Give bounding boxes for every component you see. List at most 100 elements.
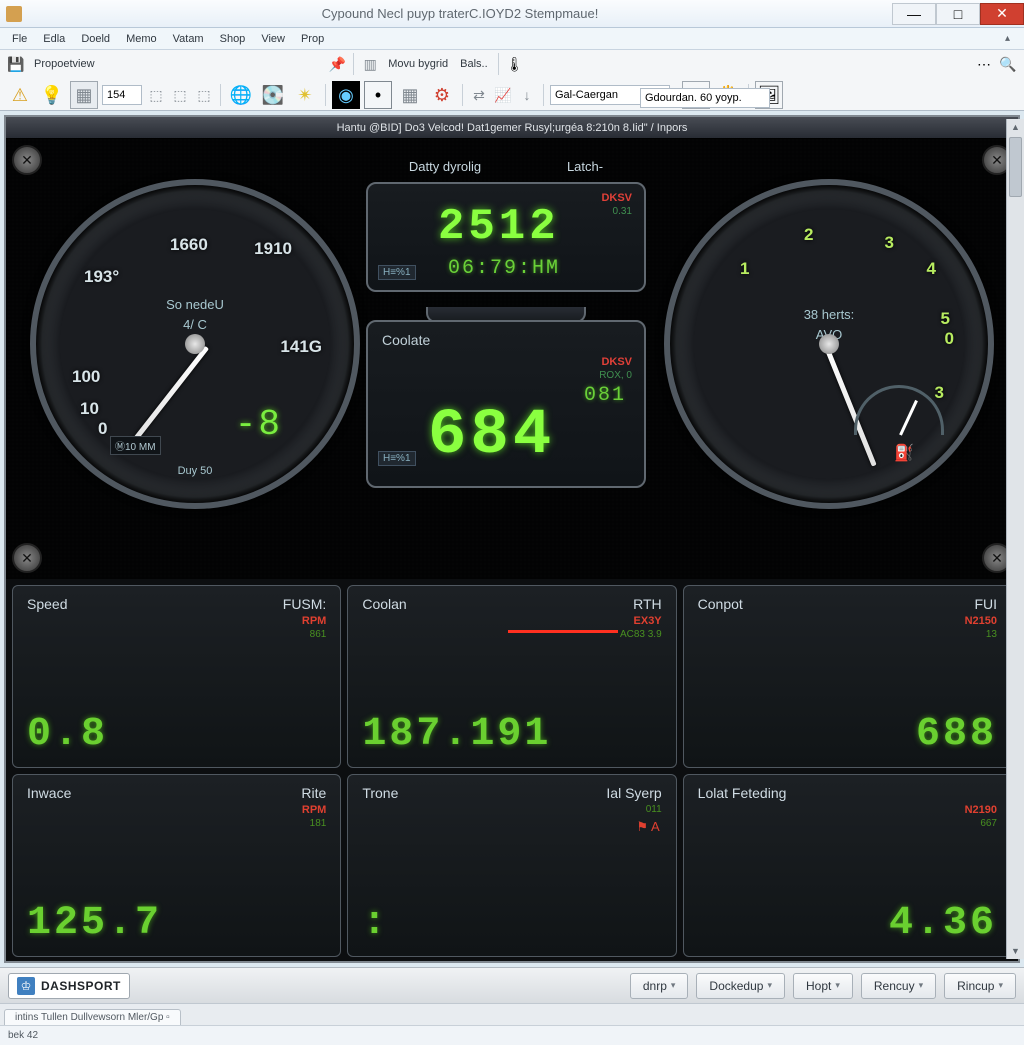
menu-file[interactable]: Fle bbox=[4, 31, 35, 47]
tool-b-icon[interactable]: ⬚ bbox=[170, 85, 190, 105]
bulb-icon[interactable]: 💡 bbox=[38, 81, 66, 109]
panel-sub: 667 bbox=[698, 818, 997, 829]
swap-icon[interactable]: ⇄ bbox=[469, 85, 489, 105]
btn-hopt[interactable]: Hopt▾ bbox=[793, 973, 853, 999]
lcd-med-value: 081 bbox=[584, 384, 626, 407]
speed-gauge: 1660 193° 1910 141G 100 10 0 So nedeU 4/… bbox=[30, 179, 360, 509]
panel-label-l: Conpot bbox=[698, 596, 743, 612]
screw-icon bbox=[12, 145, 42, 175]
panel-unit: EX3Y bbox=[362, 615, 661, 627]
proport-label: Propoetview bbox=[30, 58, 99, 70]
panel-label-l: Coolan bbox=[362, 596, 406, 612]
tool-a-icon[interactable]: ⬚ bbox=[146, 85, 166, 105]
gauge-num: 10 bbox=[80, 399, 99, 419]
gauge-num: 1660 bbox=[170, 235, 208, 255]
lcd-side-label: H≡%1 bbox=[378, 451, 416, 466]
system-icon[interactable]: ▦ bbox=[70, 81, 98, 109]
lcd-box-2: Coolate DKSV ROX, 0 081 684 H≡%1 bbox=[366, 320, 646, 488]
menu-edit[interactable]: Edla bbox=[35, 31, 73, 47]
gauge-num: 4 bbox=[927, 259, 936, 279]
status-bar: bek 42 bbox=[0, 1025, 1024, 1045]
gauge-label: 4/ C bbox=[50, 317, 340, 332]
gauge-num: 100 bbox=[72, 367, 100, 387]
screw-icon bbox=[12, 543, 42, 573]
panel-inwace: InwaceRite RPM 181 125.7 bbox=[12, 774, 341, 957]
folder-icon[interactable]: 💾 bbox=[6, 54, 26, 74]
panel-sub: 011 bbox=[362, 804, 661, 815]
status-text: bek 42 bbox=[8, 1030, 38, 1041]
graph-icon[interactable]: 📈 bbox=[493, 85, 513, 105]
center-hdr-left: Datty dyrolig bbox=[409, 159, 481, 174]
tool-c-icon[interactable]: ⬚ bbox=[194, 85, 214, 105]
menu-memo[interactable]: Memo bbox=[118, 31, 165, 47]
crown-icon: ♔ bbox=[17, 977, 35, 995]
scroll-thumb[interactable] bbox=[1009, 137, 1022, 197]
panel-icon[interactable]: ▥ bbox=[360, 54, 380, 74]
panel-unit: RPM bbox=[27, 804, 326, 816]
panel-conpot: ConpotFUI N2150 13 688 bbox=[683, 585, 1012, 768]
pin-icon[interactable]: 📌 bbox=[327, 54, 347, 74]
toolbar-row-2: ⚠ 💡 ▦ ⬚ ⬚ ⬚ 🌐 💽 ✴ ◉ • ▦ ⚙ ⇄ 📈 ↓ ▣ 🖐 🖼 bbox=[0, 78, 1024, 112]
lcd-box-1: DKSV 0.31 2512 06:79:HM H≡%1 bbox=[366, 182, 646, 292]
menu-shop[interactable]: Shop bbox=[212, 31, 254, 47]
menu-view[interactable]: View bbox=[253, 31, 293, 47]
lcd-sub: 0.31 bbox=[613, 206, 632, 217]
btn-rencuy[interactable]: Rencuy▾ bbox=[861, 973, 936, 999]
dashboard-title: Hantu @BID] Do3 Velcod! Dat1gemer Rusyl;… bbox=[6, 117, 1018, 139]
gear-icon[interactable]: ⚙ bbox=[428, 81, 456, 109]
menu-vatam[interactable]: Vatam bbox=[165, 31, 212, 47]
panel-digits: 187.191 bbox=[362, 712, 551, 757]
arrow-down-icon[interactable]: ↓ bbox=[517, 85, 537, 105]
lcd-tag: DKSV bbox=[601, 356, 632, 368]
gauge-digital: -8 bbox=[235, 404, 282, 445]
search-icon[interactable]: 🔍 bbox=[998, 54, 1018, 74]
panel-coolant: CoolanRTH EX3Y AC83 3.9 187.191 bbox=[347, 585, 676, 768]
btn-rincup[interactable]: Rincup▾ bbox=[944, 973, 1016, 999]
text-input-2[interactable] bbox=[640, 88, 770, 108]
panel-sub: 13 bbox=[698, 629, 997, 640]
app-icon bbox=[6, 6, 22, 22]
gauge-num: 3 bbox=[885, 233, 894, 253]
row2-label2: Bals.. bbox=[456, 58, 492, 70]
menu-prop[interactable]: Prop bbox=[293, 31, 332, 47]
minimize-button[interactable]: — bbox=[892, 3, 936, 25]
numeric-input[interactable] bbox=[102, 85, 142, 105]
lcd-sub: ROX, 0 bbox=[599, 370, 632, 381]
grid-icon[interactable]: ▦ bbox=[396, 81, 424, 109]
row2-label1: Movu bygrid bbox=[384, 58, 452, 70]
brand-badge[interactable]: ♔ DASHSPORT bbox=[8, 973, 130, 999]
globe-icon[interactable]: 🌐 bbox=[227, 81, 255, 109]
menu-doeld[interactable]: Doeld bbox=[73, 31, 118, 47]
brand-label: DASHSPORT bbox=[41, 979, 121, 993]
scroll-up-icon[interactable]: ▲ bbox=[1007, 119, 1024, 135]
gauge-hub bbox=[819, 334, 839, 354]
maximize-button[interactable]: □ bbox=[936, 3, 980, 25]
panel-digits: 0.8 bbox=[27, 712, 108, 757]
globe-dark-icon[interactable]: ◉ bbox=[332, 81, 360, 109]
lcd-big-value: 684 bbox=[428, 400, 555, 472]
dashboard-upper: 1660 193° 1910 141G 100 10 0 So nedeU 4/… bbox=[6, 139, 1018, 579]
panel-unit: RPM bbox=[27, 615, 326, 627]
status-tab[interactable]: intins Tullen Dullvewsorn Mler/Gp ▫ bbox=[4, 1009, 181, 1025]
panel-label-r: FUSM: bbox=[283, 596, 327, 612]
panel-digits: 125.7 bbox=[27, 901, 162, 946]
warning-icon[interactable]: ⚠ bbox=[6, 81, 34, 109]
dashboard-lower: Speed FUSM: RPM 861 0.8 CoolanRTH EX3Y AC… bbox=[6, 579, 1018, 963]
panel-sub: 861 bbox=[27, 629, 326, 640]
thermometer-icon[interactable]: 🌡 bbox=[505, 54, 525, 74]
btn-dockedup[interactable]: Dockedup▾ bbox=[696, 973, 785, 999]
btn-dnrp[interactable]: dnrp▾ bbox=[630, 973, 689, 999]
spark-icon[interactable]: ✴ bbox=[291, 81, 319, 109]
dashboard-frame: Hantu @BID] Do3 Velcod! Dat1gemer Rusyl;… bbox=[4, 115, 1020, 963]
lcd-side-label: H≡%1 bbox=[378, 265, 416, 280]
disk-b-icon[interactable]: 💽 bbox=[259, 81, 287, 109]
panel-label-l: Speed bbox=[27, 596, 67, 612]
vertical-scrollbar[interactable]: ▲ ▼ bbox=[1006, 119, 1024, 959]
gauge-num: 2 bbox=[804, 225, 813, 245]
collapse-chevron-icon[interactable]: ▴ bbox=[997, 31, 1018, 46]
close-button[interactable]: ✕ bbox=[980, 3, 1024, 25]
dot-icon[interactable]: • bbox=[364, 81, 392, 109]
options-icon[interactable]: ⋯ bbox=[974, 54, 994, 74]
gauge-num: 0 bbox=[98, 419, 107, 439]
scroll-down-icon[interactable]: ▼ bbox=[1007, 943, 1024, 959]
